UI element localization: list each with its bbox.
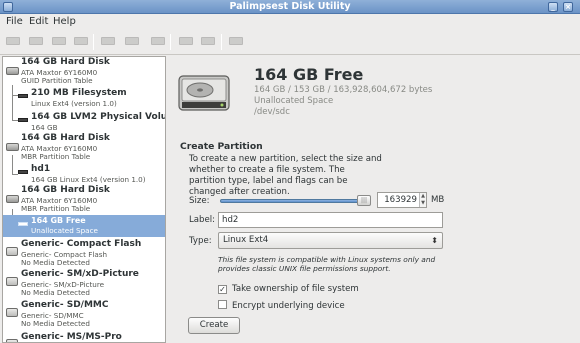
tree-item-partition[interactable]: hd1 164 GB Linux Ext4 (version 1.0) <box>3 163 165 187</box>
section-description: To create a new partition, select the si… <box>189 154 382 197</box>
toolbar-separator <box>221 34 222 50</box>
type-label: Type: <box>189 236 212 246</box>
take-ownership-checkbox[interactable]: ✓ Take ownership of file system <box>218 284 359 294</box>
section-heading: Create Partition <box>180 141 263 152</box>
size-spinbutton[interactable]: 163929 ▲ ▼ <box>377 192 427 208</box>
partition-icon <box>18 170 28 174</box>
toolbar-separator <box>93 34 94 50</box>
device-tree[interactable]: 164 GB Hard Disk ATA Maxtor 6Y160M0 GUID… <box>2 56 166 343</box>
card-reader-icon <box>6 247 18 256</box>
device-path: /dev/sdc <box>254 107 290 117</box>
tree-item-card-reader[interactable]: Generic- SM/xD-Picture Generic- SM/xD-Pi… <box>3 269 165 299</box>
chevron-updown-icon: ⬍ <box>431 236 438 245</box>
unmount-icon[interactable] <box>28 34 44 48</box>
detach-icon[interactable] <box>73 34 89 48</box>
size-value: 163929 <box>384 195 417 205</box>
menu-edit[interactable]: Edit <box>29 15 48 28</box>
spin-arrows-icon[interactable]: ▲ ▼ <box>419 193 426 207</box>
free-space-icon <box>18 222 28 226</box>
hard-disk-icon <box>6 67 19 75</box>
encrypt-checkbox[interactable]: Encrypt underlying device <box>218 300 345 311</box>
create-button[interactable]: Create <box>188 317 240 334</box>
edit-icon[interactable] <box>228 34 244 48</box>
hard-disk-icon <box>6 195 19 203</box>
label-input[interactable]: hd2 <box>218 212 443 228</box>
window-menu-button[interactable] <box>3 2 13 12</box>
tree-item-card-reader[interactable]: Generic- SD/MMC Generic- SD/MMC No Media… <box>3 300 165 330</box>
tree-item-partition[interactable]: 210 MB Filesystem Linux Ext4 (version 1.… <box>3 87 165 111</box>
close-button[interactable]: × <box>563 2 573 12</box>
toolbar <box>0 29 580 55</box>
card-reader-icon <box>6 277 18 286</box>
size-label: Size: <box>189 196 210 206</box>
check-icon[interactable] <box>124 34 140 48</box>
tree-item-free-space[interactable]: 164 GB Free Unallocated Space <box>3 215 165 237</box>
toolbar-separator <box>170 34 171 50</box>
tree-item-disk[interactable]: 164 GB Hard Disk ATA Maxtor 6Y160M0 GUID… <box>3 57 165 87</box>
hard-disk-icon <box>178 75 230 111</box>
partition-icon <box>18 118 28 122</box>
minimize-button[interactable]: _ <box>548 2 558 12</box>
card-reader-icon <box>6 308 18 317</box>
detail-pane: 164 GB Free 164 GB / 153 GB / 163,928,60… <box>170 56 580 343</box>
page-title: 164 GB Free <box>254 65 364 84</box>
checkbox-checked-icon[interactable]: ✓ <box>218 285 227 294</box>
window-title: Palimpsest Disk Utility <box>229 1 351 12</box>
raid-icon[interactable] <box>178 34 194 48</box>
tree-item-partition[interactable]: 164 GB LVM2 Physical Volume 164 GB <box>3 111 165 135</box>
tree-item-card-reader[interactable]: Generic- MS/MS-Pro <box>3 332 165 342</box>
tree-item-card-reader[interactable]: Generic- Compact Flash Generic- Compact … <box>3 239 165 269</box>
format-icon[interactable] <box>100 34 116 48</box>
size-summary: 164 GB / 153 GB / 163,928,604,672 bytes <box>254 85 433 95</box>
benchmark-icon[interactable] <box>200 34 216 48</box>
window-titlebar: Palimpsest Disk Utility _ × <box>0 0 580 14</box>
menu-file[interactable]: File <box>6 15 23 28</box>
hard-disk-icon <box>6 143 19 151</box>
size-unit: MB <box>431 195 445 205</box>
mount-icon[interactable] <box>5 34 21 48</box>
menu-help[interactable]: Help <box>53 15 76 28</box>
type-note: This file system is compatible with Linu… <box>218 255 436 273</box>
size-slider[interactable] <box>220 199 370 203</box>
tree-item-disk[interactable]: 164 GB Hard Disk ATA Maxtor 6Y160M0 MBR … <box>3 185 165 215</box>
card-reader-icon <box>6 339 18 342</box>
device-kind: Unallocated Space <box>254 96 334 106</box>
type-select[interactable]: Linux Ext4 ⬍ <box>218 232 443 249</box>
checkbox-unchecked-icon[interactable] <box>218 300 227 309</box>
label-label: Label: <box>189 215 216 225</box>
partition-icon <box>18 94 28 98</box>
menubar: File Edit Help <box>0 14 580 29</box>
type-value: Linux Ext4 <box>223 235 269 245</box>
eject-icon[interactable] <box>51 34 67 48</box>
tree-item-disk[interactable]: 164 GB Hard Disk ATA Maxtor 6Y160M0 MBR … <box>3 133 165 163</box>
lock-icon[interactable] <box>150 34 166 48</box>
size-slider-handle[interactable]: ||| <box>357 195 371 206</box>
